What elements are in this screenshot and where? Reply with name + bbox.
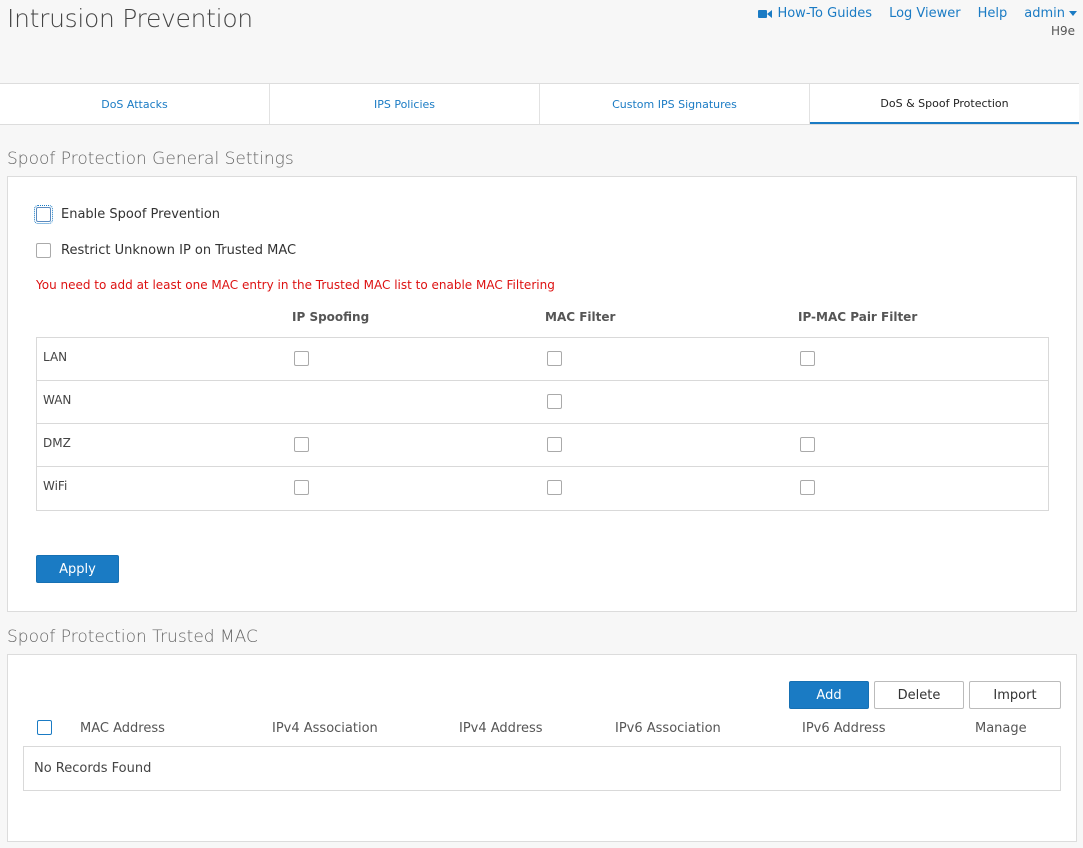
top-links: How-To Guides Log Viewer Help admin: [758, 6, 1077, 21]
mac-warning: You need to add at least one MAC entry i…: [36, 278, 555, 292]
zone-label: LAN: [43, 350, 68, 364]
empty-records: No Records Found: [23, 746, 1061, 791]
video-camera-icon: [758, 9, 773, 18]
wifi-ip-spoofing-checkbox[interactable]: [294, 480, 309, 495]
help-link[interactable]: Help: [978, 6, 1008, 21]
log-viewer-link[interactable]: Log Viewer: [889, 6, 961, 21]
restrict-unknown-label: Restrict Unknown IP on Trusted MAC: [61, 243, 297, 258]
col-ipv6-association[interactable]: IPv6 Association: [615, 721, 721, 736]
lan-ip-mac-pair-checkbox[interactable]: [800, 351, 815, 366]
col-ip-spoofing: IP Spoofing: [292, 310, 370, 324]
chevron-down-icon: [1069, 11, 1077, 16]
zone-row-dmz: DMZ: [37, 424, 1048, 467]
col-mac-filter: MAC Filter: [545, 310, 616, 324]
howto-link[interactable]: How-To Guides: [758, 6, 872, 21]
dmz-ip-spoofing-checkbox[interactable]: [294, 437, 309, 452]
col-manage: Manage: [975, 721, 1027, 736]
general-settings-title: Spoof Protection General Settings: [7, 149, 294, 169]
trusted-mac-panel: Add Delete Import MAC Address IPv4 Assoc…: [7, 654, 1077, 842]
zone-label: WAN: [43, 393, 72, 407]
wifi-ip-mac-pair-checkbox[interactable]: [800, 480, 815, 495]
general-settings-panel: Enable Spoof Prevention Restrict Unknown…: [7, 176, 1077, 612]
tab-dos-attacks[interactable]: DoS Attacks: [0, 84, 270, 124]
user-menu[interactable]: admin: [1024, 6, 1077, 21]
lan-mac-filter-checkbox[interactable]: [547, 351, 562, 366]
zone-row-wifi: WiFi: [37, 467, 1048, 510]
dmz-mac-filter-checkbox[interactable]: [547, 437, 562, 452]
enable-spoof-checkbox[interactable]: [34, 205, 53, 224]
select-all-checkbox[interactable]: [37, 720, 52, 735]
import-button[interactable]: Import: [969, 681, 1061, 709]
dmz-ip-mac-pair-checkbox[interactable]: [800, 437, 815, 452]
restrict-unknown-row: Restrict Unknown IP on Trusted MAC: [36, 243, 296, 258]
zone-row-lan: LAN: [37, 338, 1048, 381]
tab-ips-policies[interactable]: IPS Policies: [270, 84, 540, 124]
device-id: H9e: [1050, 24, 1075, 38]
add-button[interactable]: Add: [789, 681, 869, 709]
col-ip-mac-pair-filter: IP-MAC Pair Filter: [798, 310, 918, 324]
page-title: Intrusion Prevention: [7, 4, 253, 33]
col-ipv4-address[interactable]: IPv4 Address: [459, 721, 543, 736]
apply-button[interactable]: Apply: [36, 555, 119, 583]
col-mac-address[interactable]: MAC Address: [80, 721, 165, 736]
enable-spoof-label: Enable Spoof Prevention: [61, 207, 221, 222]
zone-row-wan: WAN: [37, 381, 1048, 424]
howto-label: How-To Guides: [777, 6, 873, 21]
enable-spoof-row: Enable Spoof Prevention: [34, 205, 221, 224]
tab-bar: DoS Attacks IPS Policies Custom IPS Sign…: [0, 83, 1079, 125]
delete-button[interactable]: Delete: [874, 681, 964, 709]
tab-dos-spoof-protection[interactable]: DoS & Spoof Protection: [810, 84, 1079, 124]
col-ipv6-address[interactable]: IPv6 Address: [802, 721, 886, 736]
tab-custom-ips-signatures[interactable]: Custom IPS Signatures: [540, 84, 810, 124]
trusted-mac-title: Spoof Protection Trusted MAC: [7, 627, 258, 647]
zone-grid: LAN WAN DMZ WiFi: [36, 337, 1049, 511]
user-name: admin: [1024, 6, 1065, 21]
wifi-mac-filter-checkbox[interactable]: [547, 480, 562, 495]
restrict-unknown-checkbox[interactable]: [36, 243, 51, 258]
col-ipv4-association[interactable]: IPv4 Association: [272, 721, 378, 736]
zone-label: DMZ: [43, 436, 71, 450]
lan-ip-spoofing-checkbox[interactable]: [294, 351, 309, 366]
wan-mac-filter-checkbox[interactable]: [547, 394, 562, 409]
zone-label: WiFi: [43, 479, 68, 493]
